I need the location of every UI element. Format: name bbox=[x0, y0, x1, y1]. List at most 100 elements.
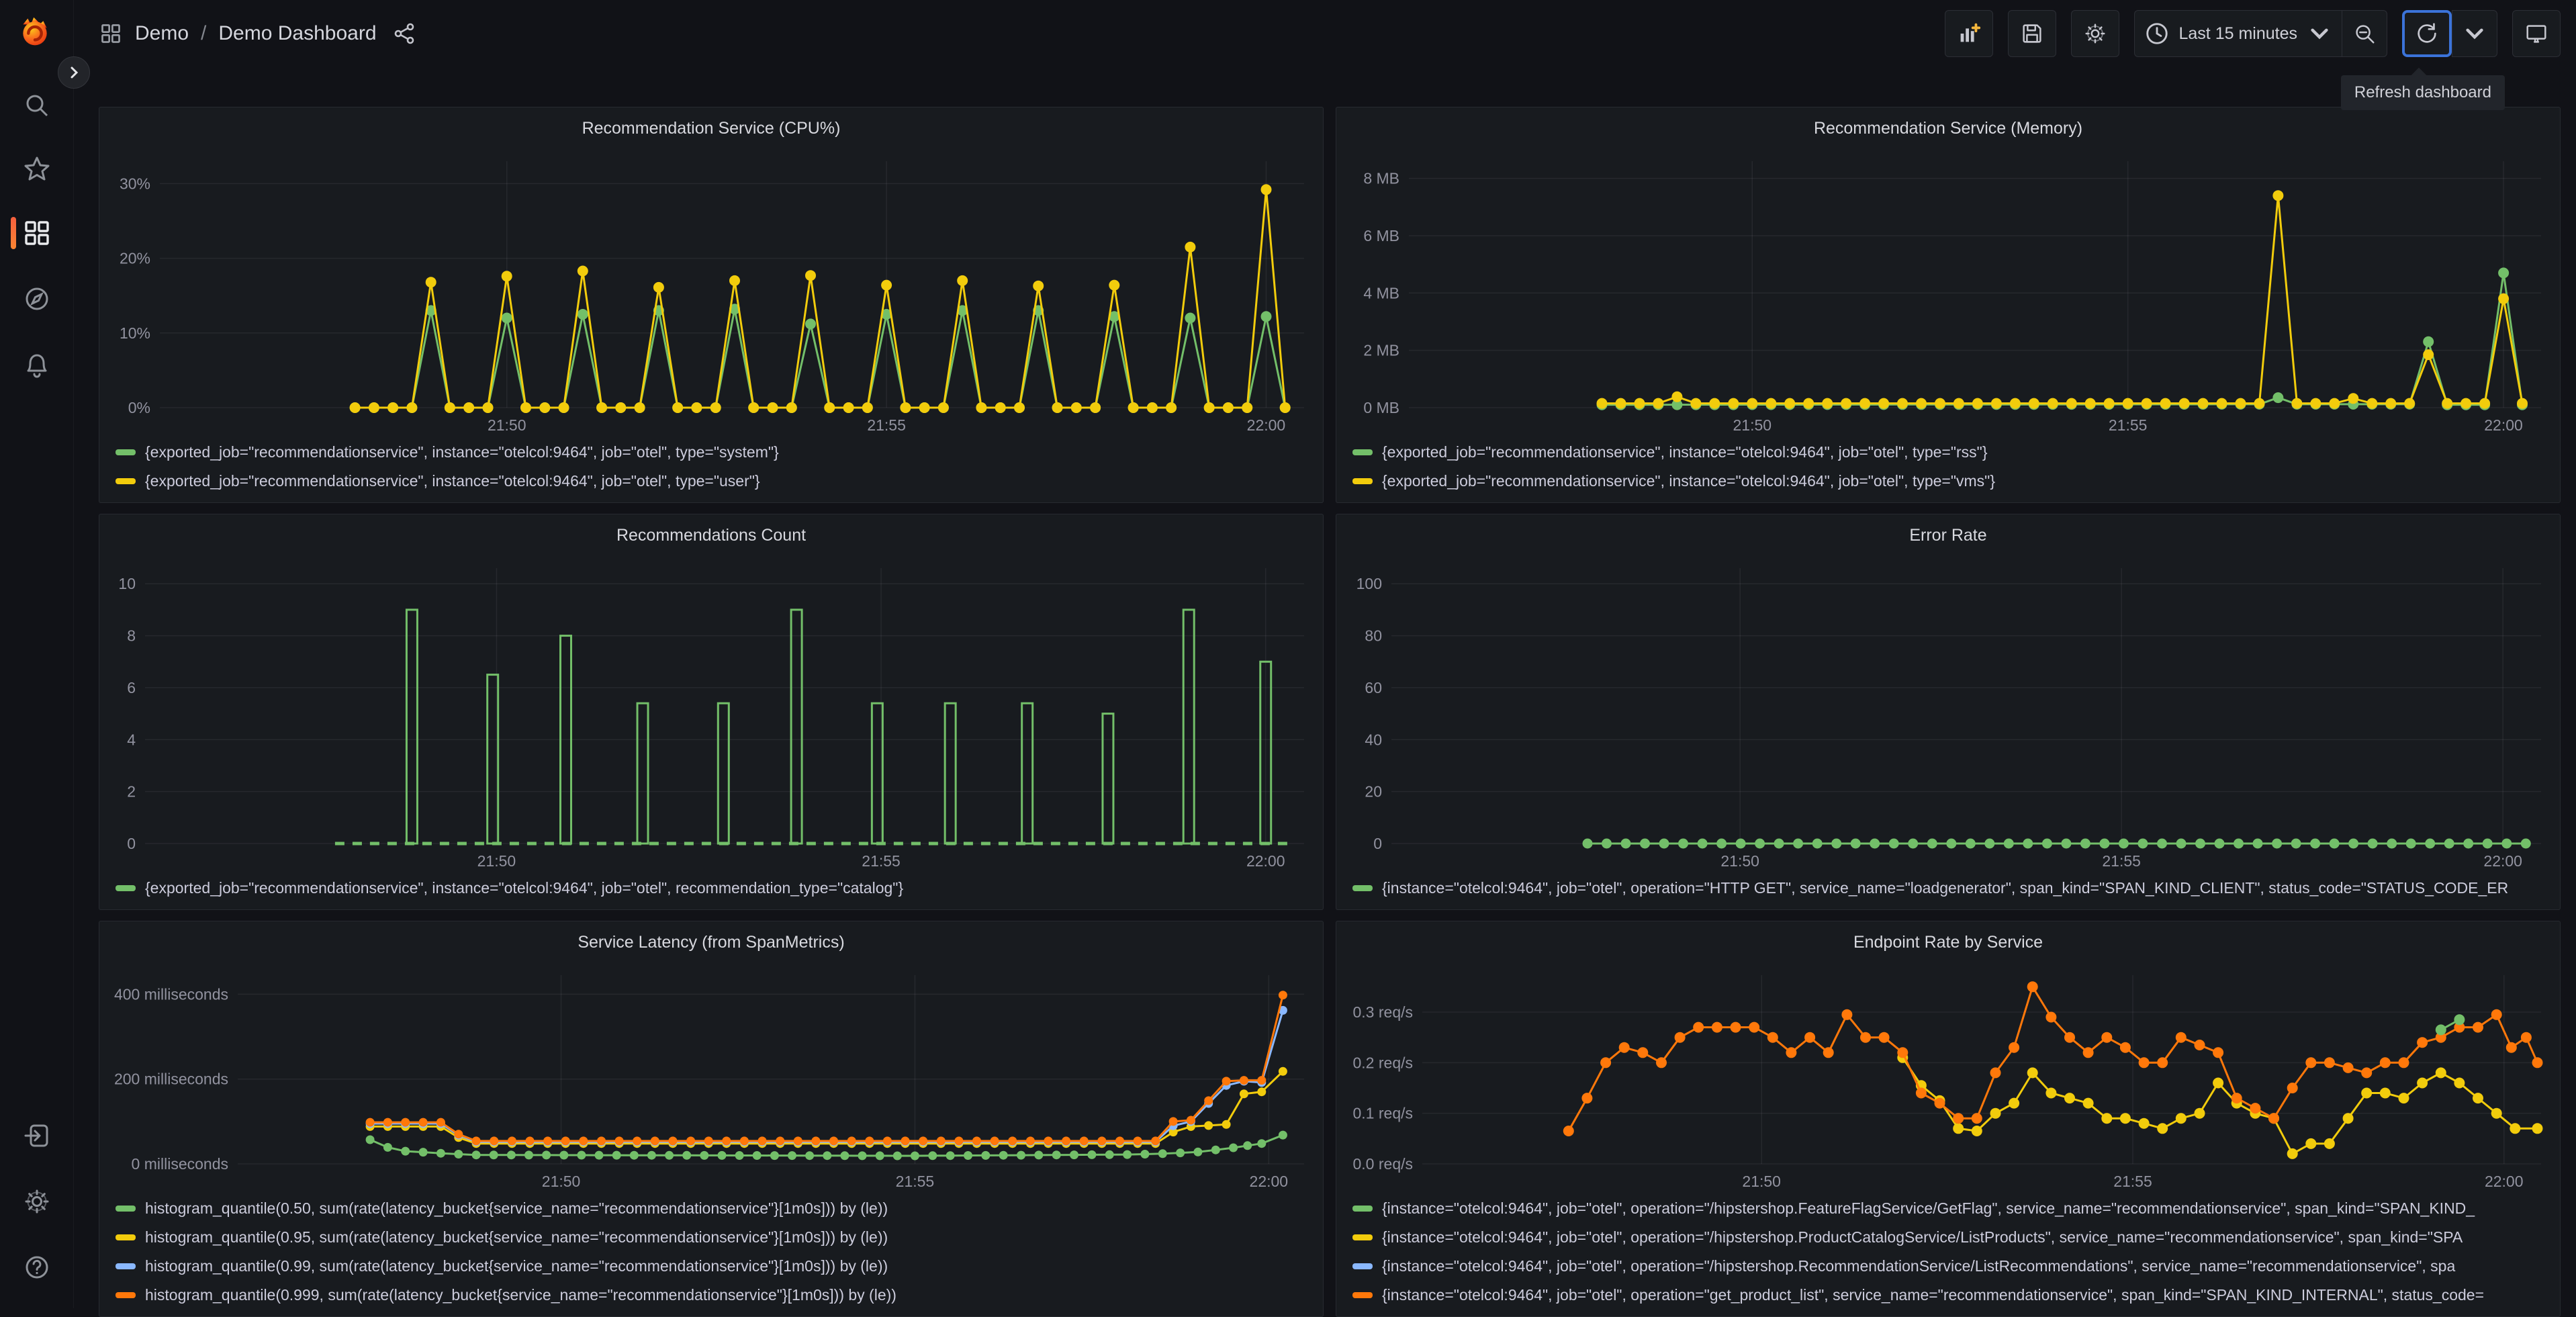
legend-item[interactable]: {instance="otelcol:9464", job="otel", op… bbox=[1352, 1284, 2546, 1306]
legend-item[interactable]: {instance="otelcol:9464", job="otel", op… bbox=[1352, 877, 2546, 899]
legend-item[interactable]: {exported_job="recommendationservice", i… bbox=[1352, 470, 2546, 492]
legend-cpu: {exported_job="recommendationservice", i… bbox=[99, 439, 1323, 502]
legend-item[interactable]: {exported_job="recommendationservice", i… bbox=[1352, 441, 2546, 463]
chart-area-error-rate[interactable]: 21:50 21:55 22:00 0 20 40 60 80 100 bbox=[1336, 556, 2560, 874]
legend-item[interactable]: histogram_quantile(0.50, sum(rate(latenc… bbox=[116, 1197, 1309, 1219]
legend-label: {exported_job="recommendationservice", i… bbox=[1382, 443, 1988, 461]
legend-item[interactable]: histogram_quantile(0.95, sum(rate(latenc… bbox=[116, 1226, 1309, 1248]
svg-text:0: 0 bbox=[1373, 835, 1382, 852]
legend-color-marker bbox=[116, 449, 136, 455]
svg-text:8 MB: 8 MB bbox=[1363, 170, 1399, 187]
breadcrumb-group[interactable]: Demo bbox=[135, 22, 189, 45]
refresh-interval-dropdown[interactable] bbox=[2452, 10, 2497, 57]
save-dashboard-button[interactable] bbox=[2007, 10, 2056, 57]
panel-title[interactable]: Recommendation Service (Memory) bbox=[1336, 107, 2560, 149]
zoom-out-time-button[interactable] bbox=[2342, 10, 2387, 57]
svg-text:22:00: 22:00 bbox=[1247, 416, 1286, 434]
svg-text:6 MB: 6 MB bbox=[1363, 227, 1399, 244]
panel-title[interactable]: Endpoint Rate by Service bbox=[1336, 921, 2560, 963]
panel-title[interactable]: Service Latency (from SpanMetrics) bbox=[99, 921, 1323, 963]
legend-item[interactable]: {instance="otelcol:9464", job="otel", op… bbox=[1352, 1255, 2546, 1277]
expand-sidebar-button[interactable] bbox=[58, 56, 90, 89]
chart-area-memory[interactable]: 21:50 21:55 22:00 0 MB 2 MB 4 MB 6 MB 8 MB bbox=[1336, 149, 2560, 439]
panel-title[interactable]: Error Rate bbox=[1336, 514, 2560, 556]
search-icon[interactable] bbox=[21, 90, 52, 121]
panel-title[interactable]: Recommendation Service (CPU%) bbox=[99, 107, 1323, 149]
legend-label: {instance="otelcol:9464", job="otel", op… bbox=[1382, 1228, 2463, 1246]
svg-text:4 MB: 4 MB bbox=[1363, 284, 1399, 302]
legend-item[interactable]: {exported_job="recommendationservice", i… bbox=[116, 441, 1309, 463]
svg-text:2: 2 bbox=[127, 783, 136, 801]
legend-label: {instance="otelcol:9464", job="otel", op… bbox=[1382, 878, 2509, 897]
explore-compass-icon[interactable] bbox=[21, 283, 52, 314]
legend-item[interactable]: {instance="otelcol:9464", job="otel", op… bbox=[1352, 1197, 2546, 1219]
legend-label: {exported_job="recommendationservice", i… bbox=[145, 443, 779, 461]
svg-text:22:00: 22:00 bbox=[1246, 852, 1285, 870]
breadcrumb-separator: / bbox=[201, 22, 207, 44]
share-icon[interactable] bbox=[393, 22, 416, 45]
svg-text:22:00: 22:00 bbox=[1250, 1173, 1289, 1190]
legend-item[interactable]: histogram_quantile(0.99, sum(rate(latenc… bbox=[116, 1255, 1309, 1277]
help-icon[interactable] bbox=[21, 1252, 52, 1283]
svg-text:200 milliseconds: 200 milliseconds bbox=[114, 1071, 228, 1088]
svg-text:0: 0 bbox=[127, 835, 136, 852]
legend-item[interactable]: {instance="otelcol:9464", job="otel", op… bbox=[1352, 1226, 2546, 1248]
grafana-logo[interactable] bbox=[19, 16, 54, 51]
svg-text:10%: 10% bbox=[120, 324, 150, 342]
settings-gear-icon[interactable] bbox=[21, 1186, 52, 1217]
legend-color-marker bbox=[116, 1291, 136, 1298]
toolbar: Last 15 minutes bbox=[1944, 10, 2561, 57]
chevron-down-icon bbox=[2466, 28, 2483, 40]
legend-endpoint-rate: {instance="otelcol:9464", job="otel", op… bbox=[1336, 1195, 2560, 1316]
panel-recommendations-count: Recommendations Count 21:50 21:55 22:00 0 2 4… bbox=[99, 514, 1324, 910]
panel-title[interactable]: Recommendations Count bbox=[99, 514, 1323, 556]
breadcrumb-dashboard-name[interactable]: Demo Dashboard bbox=[218, 22, 376, 45]
svg-text:21:50: 21:50 bbox=[542, 1173, 581, 1190]
legend-label: {exported_job="recommendationservice", i… bbox=[145, 878, 904, 897]
legend-color-marker bbox=[1352, 1291, 1373, 1298]
svg-text:60: 60 bbox=[1365, 679, 1382, 696]
legend-color-marker bbox=[1352, 1205, 1373, 1212]
svg-text:22:00: 22:00 bbox=[2484, 416, 2523, 434]
svg-text:21:50: 21:50 bbox=[477, 852, 516, 870]
legend-count: {exported_job="recommendationservice", i… bbox=[99, 874, 1323, 909]
svg-text:22:00: 22:00 bbox=[2485, 1173, 2524, 1190]
dashboards-icon[interactable] bbox=[21, 218, 52, 248]
svg-text:22:00: 22:00 bbox=[2483, 852, 2522, 870]
sign-in-icon[interactable] bbox=[21, 1120, 52, 1151]
chevron-right-icon bbox=[71, 66, 79, 79]
svg-text:21:55: 21:55 bbox=[2102, 852, 2141, 870]
active-section-indicator bbox=[11, 217, 16, 249]
panel-error-rate: Error Rate 21:50 21:55 22:00 0 20 40 60 80 100 {… bbox=[1336, 514, 2561, 910]
header: Demo / Demo Dashboard Last 15 minutes bbox=[74, 0, 2576, 67]
add-panel-button[interactable] bbox=[1944, 10, 1993, 57]
alerting-bell-icon[interactable] bbox=[21, 349, 52, 380]
svg-text:2 MB: 2 MB bbox=[1363, 342, 1399, 359]
svg-text:0%: 0% bbox=[128, 399, 150, 416]
legend-color-marker bbox=[1352, 1263, 1373, 1269]
chart-area-cpu[interactable]: 21:50 21:55 22:00 0% 10% 20% 30% bbox=[99, 149, 1323, 439]
panel-service-latency: Service Latency (from SpanMetrics) 21:50… bbox=[99, 921, 1324, 1317]
clock-icon bbox=[2146, 23, 2168, 44]
legend-item[interactable]: histogram_quantile(0.999, sum(rate(laten… bbox=[116, 1284, 1309, 1306]
starred-icon[interactable] bbox=[21, 154, 52, 185]
chart-area-count[interactable]: 21:50 21:55 22:00 0 2 4 6 8 10 bbox=[99, 556, 1323, 874]
legend-latency: histogram_quantile(0.50, sum(rate(latenc… bbox=[99, 1195, 1323, 1316]
legend-memory: {exported_job="recommendationservice", i… bbox=[1336, 439, 2560, 502]
legend-label: histogram_quantile(0.50, sum(rate(latenc… bbox=[145, 1199, 888, 1217]
svg-text:4: 4 bbox=[127, 731, 136, 748]
svg-text:21:50: 21:50 bbox=[1742, 1173, 1781, 1190]
time-range-picker[interactable]: Last 15 minutes bbox=[2133, 10, 2342, 57]
refresh-dashboard-button[interactable] bbox=[2402, 10, 2452, 57]
chart-area-endpoint-rate[interactable]: 21:50 21:55 22:00 0.0 req/s 0.1 req/s 0.2 req… bbox=[1336, 963, 2560, 1195]
svg-text:8: 8 bbox=[127, 627, 136, 645]
legend-color-marker bbox=[116, 884, 136, 891]
kiosk-mode-button[interactable] bbox=[2512, 10, 2561, 57]
legend-item[interactable]: {exported_job="recommendationservice", i… bbox=[116, 470, 1309, 492]
svg-text:21:50: 21:50 bbox=[1720, 852, 1759, 870]
legend-error-rate: {instance="otelcol:9464", job="otel", op… bbox=[1336, 874, 2560, 909]
dashboard-settings-button[interactable] bbox=[2070, 10, 2119, 57]
legend-item[interactable]: {exported_job="recommendationservice", i… bbox=[116, 877, 1309, 899]
chevron-down-icon bbox=[2311, 28, 2328, 40]
chart-area-latency[interactable]: 21:50 21:55 22:00 0 milliseconds 200 millise… bbox=[99, 963, 1323, 1195]
